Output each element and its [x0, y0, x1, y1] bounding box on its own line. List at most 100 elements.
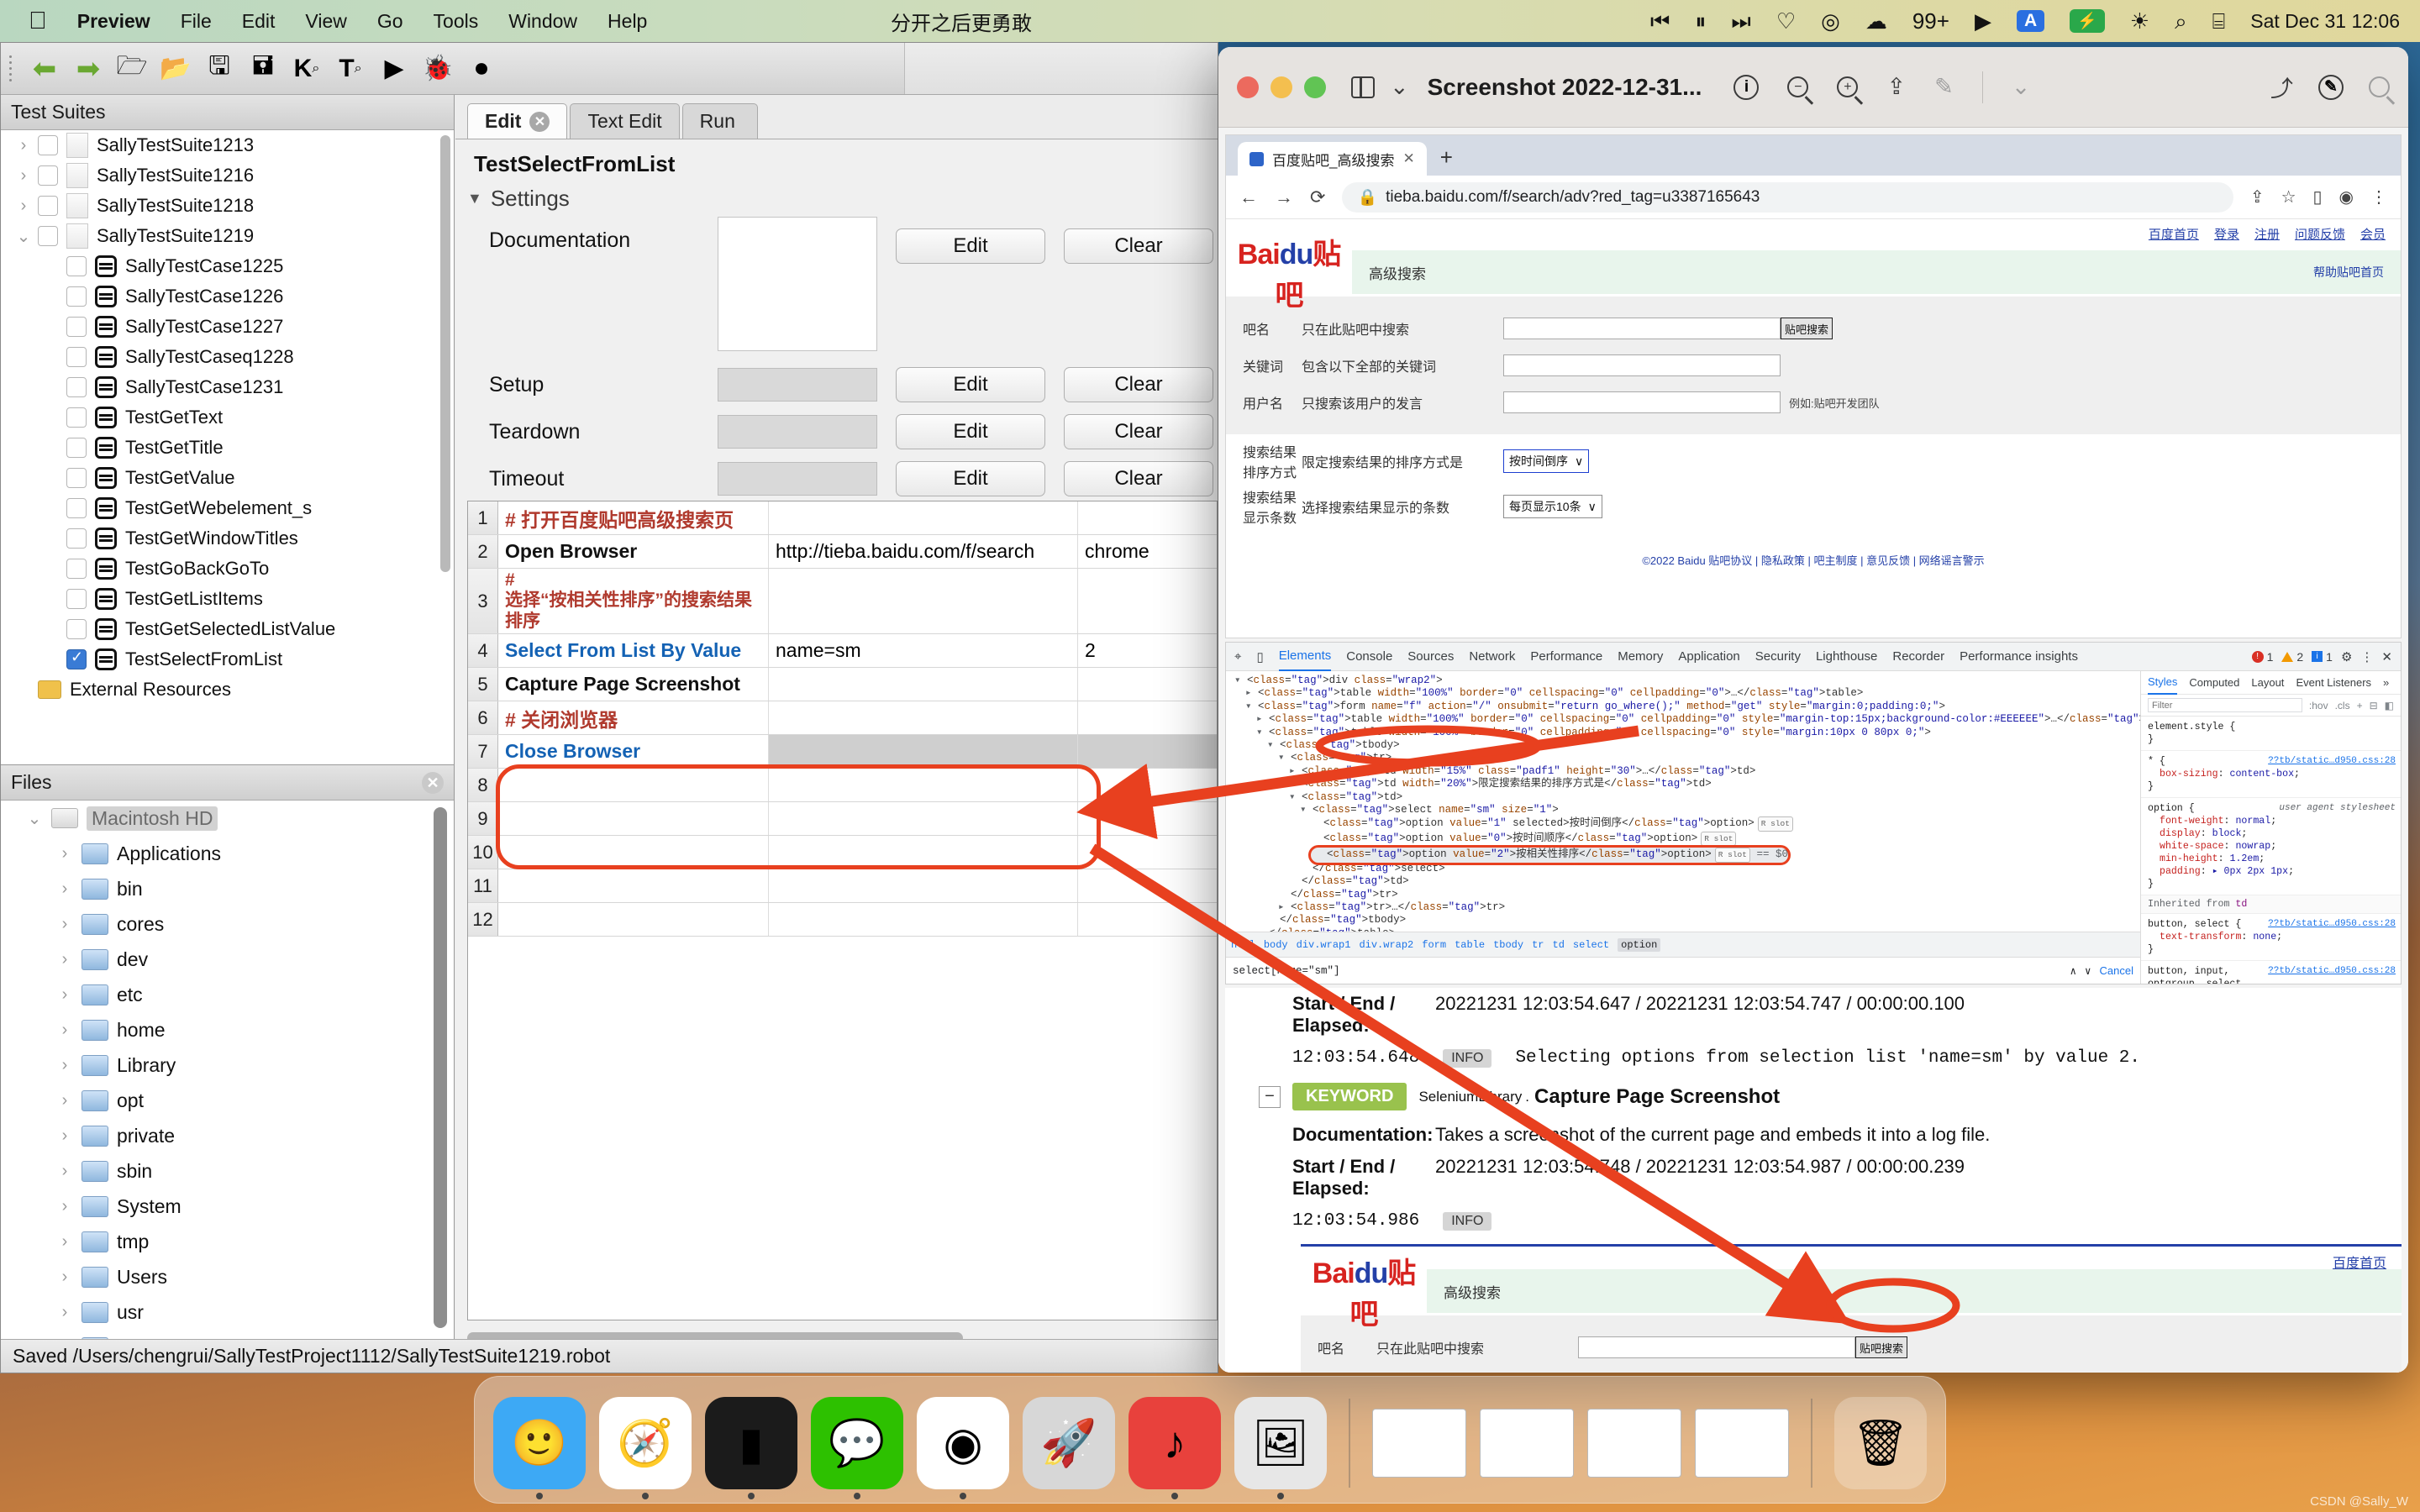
preview-title-bar[interactable]: ⌄ Screenshot 2022-12-31... i − + ⇪ ✎ ⌄ ⤴… [1218, 47, 2408, 128]
forward-arrow-icon[interactable]: ➡ [68, 50, 108, 88]
dom-node-line[interactable]: </class="tag">select> [1229, 863, 2140, 875]
close-icon[interactable]: ✕ [529, 111, 550, 132]
dom-node-line[interactable]: ▾ <class="tag">tr> [1229, 752, 2140, 764]
grid-cell-2[interactable] [769, 569, 1078, 633]
grid-cell-2[interactable] [769, 869, 1078, 902]
baidu-logo[interactable]: Baidu贴吧 [1226, 231, 1352, 313]
table-row[interactable]: 10 [468, 836, 1217, 869]
css-rule-block[interactable]: ??tb/static…d950.css:28button, input,opt… [2141, 961, 2401, 984]
dock-app-netease-music[interactable]: ♪ [1128, 1397, 1221, 1499]
apple-menu-icon[interactable]:  [29, 8, 47, 34]
baidu-top-link[interactable]: 会员 [2360, 225, 2386, 243]
styles-filter-input[interactable] [2148, 698, 2302, 712]
grid-cell-3[interactable] [1078, 701, 1217, 734]
dom-node-line[interactable]: ▾ <class="tag">div class="wrap2"> [1229, 675, 2140, 687]
dom-node-line[interactable]: ▾ <class="tag">td> [1229, 791, 2140, 804]
suite-tree-item[interactable]: TestGetSelectedListValue [1, 614, 454, 644]
share-icon[interactable]: ⇪ [1886, 74, 1906, 100]
menu-view[interactable]: View [305, 10, 346, 33]
css-declaration[interactable]: padding: ▸ 0px 2px 1px; [2148, 865, 2394, 878]
dock-minimized-window-2[interactable]: Python… [1480, 1409, 1574, 1478]
expander-icon[interactable]: › [9, 166, 38, 186]
suite-checkbox[interactable] [38, 196, 58, 216]
case-checkbox[interactable] [66, 589, 87, 609]
expander-icon[interactable]: › [48, 879, 82, 899]
grid-cell-1[interactable]: # 打开百度贴吧高级搜索页 [498, 501, 769, 534]
styles-tab-computed[interactable]: Computed [2189, 676, 2239, 689]
suite-tree-item[interactable]: TestGetText [1, 402, 454, 433]
grid-cell-3[interactable] [1078, 769, 1217, 801]
grid-cell-3[interactable] [1078, 735, 1217, 768]
close-window-button[interactable] [1237, 76, 1259, 98]
expand-arrow-icon[interactable]: ▾ [1300, 804, 1307, 816]
sort-select[interactable]: 按时间倒序 ∨ [1503, 449, 1590, 473]
log-keyword-row[interactable]: − KEYWORD SeleniumLibrary . Capture Page… [1225, 1074, 2402, 1119]
heart-icon[interactable]: ♡ [1776, 10, 1796, 32]
files-scrollbar[interactable] [434, 807, 447, 1328]
expand-arrow-icon[interactable]: ▾ [1289, 791, 1296, 803]
dom-node-line[interactable]: ▸ <class="tag">table width="100%" border… [1229, 713, 2140, 726]
css-declaration[interactable]: white-space: nowrap; [2148, 840, 2394, 853]
input-source-badge[interactable]: A [2016, 10, 2045, 32]
dock-trash[interactable]: 🗑 [1834, 1397, 1927, 1489]
devtools-tab-performance-insights[interactable]: Performance insights [1960, 649, 2078, 664]
grid-cell-1[interactable]: Capture Page Screenshot [498, 668, 769, 701]
play-circle-icon[interactable]: ▶ [1975, 10, 1991, 32]
grid-cell-3[interactable] [1078, 569, 1217, 633]
menu-help[interactable]: Help [608, 10, 647, 33]
file-tree-item[interactable]: › tmp [1, 1224, 454, 1259]
breadcrumb-item[interactable]: table [1455, 939, 1485, 951]
suite-tree-item[interactable]: TestGoBackGoTo [1, 554, 454, 584]
devtools-find-bar[interactable]: select[name="sm"] ∧ ∨ Cancel [1226, 957, 2140, 984]
suite-tree-item[interactable]: SallyTestCase1227 [1, 312, 454, 342]
grid-cell-1[interactable]: Open Browser [498, 535, 769, 568]
suite-tree-item[interactable]: SallyTestCase1231 [1, 372, 454, 402]
inspect-element-icon[interactable]: ⌖ [1234, 649, 1241, 664]
info-icon[interactable]: i [1733, 74, 1760, 100]
documentation-field[interactable] [718, 217, 877, 351]
grid-cell-1[interactable] [498, 802, 769, 835]
timeout-field[interactable] [718, 462, 877, 496]
suite-tree-item[interactable]: SallyTestCaseq1228 [1, 342, 454, 372]
expand-arrow-icon[interactable]: ▸ [1256, 713, 1263, 725]
table-row[interactable]: 1 # 打开百度贴吧高级搜索页 [468, 501, 1217, 535]
dom-node-line[interactable]: ▸ <class="tag">td width="15%" class="pad… [1229, 765, 2140, 778]
file-tree-item[interactable]: ⌄ Macintosh HD [1, 801, 454, 836]
grid-cell-1[interactable]: Select From List By Value [498, 634, 769, 667]
dom-node-line[interactable]: ▸ <class="tag">tr>…</class="tag">tr> [1229, 901, 2140, 914]
suite-tree-item[interactable]: ⌄ SallyTestSuite1219 [1, 221, 454, 251]
address-bar[interactable]: 🔒 tieba.baidu.com/f/search/adv?red_tag=u… [1342, 181, 2233, 213]
file-tree-item[interactable]: › cores [1, 906, 454, 942]
expander-icon[interactable]: › [48, 844, 82, 864]
grid-cell-2[interactable] [769, 769, 1078, 801]
suite-tree-item[interactable]: TestSelectFromList [1, 644, 454, 675]
file-tree-item[interactable]: › home [1, 1012, 454, 1047]
help-link[interactable]: 帮助贴吧首页 [2313, 264, 2384, 281]
case-checkbox[interactable] [66, 286, 87, 307]
expander-icon[interactable]: › [48, 1232, 82, 1252]
suite-tree-item[interactable]: › SallyTestSuite1213 [1, 130, 454, 160]
tab-run[interactable]: Run [681, 103, 758, 139]
baidu-top-link[interactable]: 百度首页 [2149, 225, 2199, 243]
case-checkbox[interactable] [66, 438, 87, 458]
annotate-icon[interactable]: ✎ [2318, 74, 2344, 100]
panel-toggle-icon[interactable]: ◧ [2385, 700, 2394, 711]
css-rule-block[interactable]: element.style {} [2141, 717, 2401, 751]
add-rule-icon[interactable]: + [2357, 700, 2363, 711]
expand-arrow-icon[interactable]: ▾ [1234, 675, 1241, 686]
grid-cell-2[interactable] [769, 735, 1078, 768]
zoom-window-button[interactable] [1304, 76, 1326, 98]
suite-tree-item[interactable]: TestGetTitle [1, 433, 454, 463]
dom-node-line[interactable]: ▾ <class="tag">table width="100%" border… [1229, 727, 2140, 739]
file-tree-item[interactable]: › bin [1, 871, 454, 906]
reading-list-icon[interactable]: ▯ [2313, 186, 2323, 207]
file-tree-item[interactable]: › usr [1, 1294, 454, 1330]
menu-go[interactable]: Go [377, 10, 403, 33]
css-declaration[interactable]: display: block; [2148, 827, 2394, 840]
share-icon[interactable]: ⇪ [2250, 186, 2265, 207]
edit-button[interactable]: Edit [896, 414, 1045, 449]
styles-tab-event-listeners[interactable]: Event Listeners [2296, 676, 2371, 689]
table-row[interactable]: 5 Capture Page Screenshot [468, 668, 1217, 701]
styles-tab-styles[interactable]: Styles [2148, 671, 2178, 695]
file-tree-item[interactable]: › etc [1, 977, 454, 1012]
